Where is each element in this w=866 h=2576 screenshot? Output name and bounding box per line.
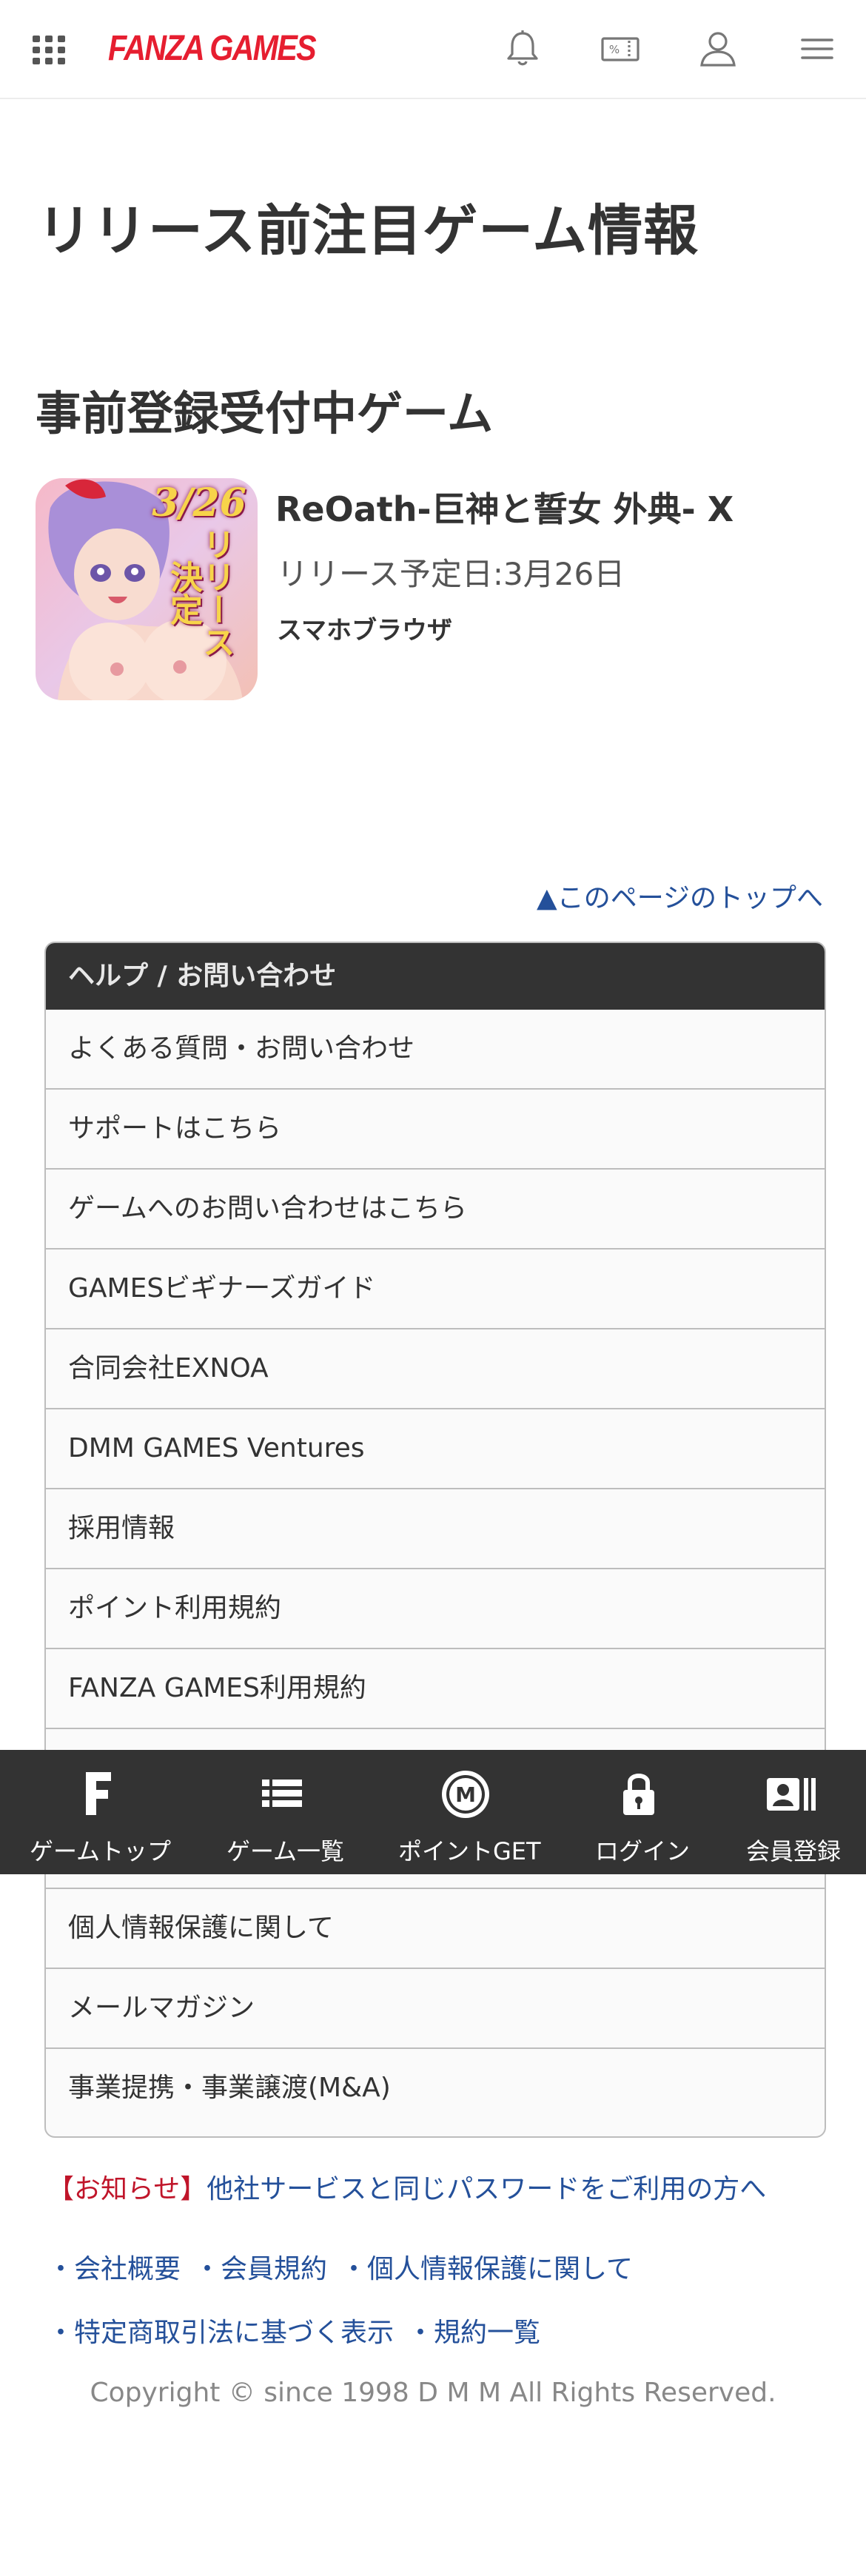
notice-link[interactable]: 他社サービスと同じパスワードをご利用の方へ (207, 2174, 766, 2204)
game-thumbnail[interactable]: 3/26 リリース決定 (36, 478, 258, 700)
coupon-icon[interactable]: % (598, 27, 642, 71)
footer-link-tokushoho[interactable]: ・特定商取引法に基づく表示 (47, 2318, 394, 2348)
copyright: Copyright © since 1998 D M M All Rights … (90, 2378, 776, 2408)
platform-label: スマホブラウザ (277, 616, 452, 645)
help-link-ventures[interactable]: DMM GAMES Ventures (46, 1408, 825, 1488)
help-box: ヘルプ / お問い合わせ よくある質問・お問い合わせ サポートはこちら ゲームへ… (44, 942, 826, 2138)
footer-links-row-1: ・会社概要 ・会員規約 ・個人情報保護に関して (47, 2247, 646, 2286)
footer-link-privacy[interactable]: ・個人情報保護に関して (340, 2254, 633, 2284)
site-header: FANZA GAMES % (0, 0, 866, 99)
footer-link-company[interactable]: ・会社概要 (47, 2254, 181, 2284)
app-grid-icon[interactable] (33, 36, 65, 65)
hamburger-menu-icon[interactable] (795, 27, 839, 71)
help-link-recruit[interactable]: 採用情報 (46, 1488, 825, 1568)
game-card[interactable]: 3/26 リリース決定 ReOath-巨神と誓女 外典- X リリース予定日:3… (36, 478, 835, 700)
help-link-point-terms[interactable]: ポイント利用規約 (46, 1568, 825, 1648)
thumbnail-caption: 3/26 リリース決定 (152, 480, 246, 659)
footer-link-terms-list[interactable]: ・規約一覧 (407, 2318, 540, 2348)
nav-register[interactable]: 会員登録 (715, 1750, 866, 1874)
bottom-nav: ゲームトップ ゲーム一覧 M ポイントGET ログイン 会員登録 (0, 1750, 866, 1874)
notice-tag: 【お知らせ】 (47, 2174, 207, 2204)
f-logo-icon (86, 1772, 111, 1815)
help-link-game-contact[interactable]: ゲームへのお問い合わせはこちら (46, 1168, 825, 1248)
help-link-exnoa[interactable]: 合同会社EXNOA (46, 1328, 825, 1408)
nav-point-get[interactable]: M ポイントGET (369, 1750, 563, 1874)
help-link-mail-magazine[interactable]: メールマガジン (46, 1968, 825, 2047)
help-heading: ヘルプ / お問い合わせ (46, 943, 825, 1010)
user-icon[interactable] (696, 27, 740, 71)
fanza-games-logo[interactable]: FANZA GAMES (108, 27, 317, 71)
help-list: よくある質問・お問い合わせ サポートはこちら ゲームへのお問い合わせはこちら G… (46, 1010, 825, 2127)
help-link-privacy[interactable]: 個人情報保護に関して (46, 1888, 825, 1968)
footer-links-row-2: ・特定商取引法に基づく表示 ・規約一覧 (47, 2311, 554, 2349)
section-title: 事前登録受付中ゲーム (36, 386, 494, 440)
back-to-top-link[interactable]: ▲このページのトップへ (537, 876, 823, 915)
bell-icon[interactable] (500, 27, 545, 71)
nav-game-list[interactable]: ゲーム一覧 (195, 1750, 369, 1874)
help-link-support[interactable]: サポートはこちら (46, 1088, 825, 1168)
m-coin-icon: M (442, 1771, 489, 1818)
svg-text:%: % (609, 43, 620, 56)
id-card-icon (767, 1778, 816, 1811)
svg-text:M: M (455, 1782, 476, 1807)
list-icon (262, 1780, 302, 1807)
help-link-fanza-terms[interactable]: FANZA GAMES利用規約 (46, 1648, 825, 1728)
lock-icon (623, 1774, 654, 1815)
help-link-faq[interactable]: よくある質問・お問い合わせ (46, 1010, 825, 1088)
footer-link-member-terms[interactable]: ・会員規約 (194, 2254, 327, 2284)
release-date: リリース予定日:3月26日 (277, 556, 625, 592)
password-notice[interactable]: 【お知らせ】他社サービスと同じパスワードをご利用の方へ (47, 2167, 766, 2206)
help-link-beginners-guide[interactable]: GAMESビギナーズガイド (46, 1248, 825, 1328)
help-link-ma[interactable]: 事業提携・事業譲渡(M&A) (46, 2047, 825, 2127)
page-title: リリース前注目ゲーム情報 (37, 199, 699, 263)
nav-login[interactable]: ログイン (563, 1750, 715, 1874)
nav-game-top[interactable]: ゲームトップ (0, 1750, 195, 1874)
game-title[interactable]: ReOath-巨神と誓女 外典- X (275, 483, 734, 531)
